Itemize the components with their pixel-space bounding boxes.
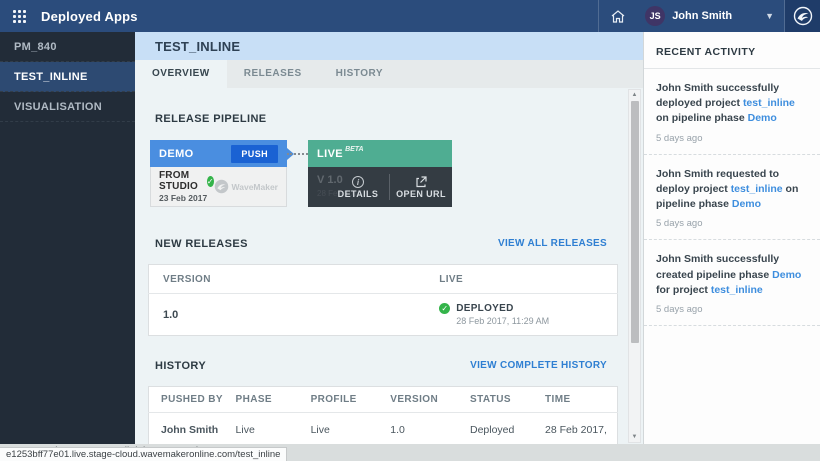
avatar: JS <box>645 6 665 26</box>
activity-time: 5 days ago <box>656 133 808 144</box>
history-pushed-by: John Smith <box>149 413 224 445</box>
col-live: LIVE <box>425 265 617 294</box>
activity-item: John Smith requested to deploy project t… <box>644 155 820 241</box>
tab-overview[interactable]: OVERVIEW <box>135 60 227 88</box>
page-titlebar: TEST_INLINE <box>135 32 643 60</box>
history-version: 1.0 <box>378 413 458 445</box>
release-status: DEPLOYED <box>456 303 549 314</box>
release-version: 1.0 <box>149 294 426 336</box>
history-heading: HISTORY <box>155 360 206 372</box>
activity-project-link[interactable]: test_inline <box>731 183 783 195</box>
activity-time: 5 days ago <box>656 218 808 229</box>
open-url-icon <box>415 176 427 188</box>
sidebar-item-visualisation[interactable]: VISUALISATION <box>0 92 135 122</box>
status-bar-url: e1253bff77e01.live.stage-cloud.wavemaker… <box>0 447 287 461</box>
activity-phase-link[interactable]: Demo <box>732 198 761 210</box>
wavemaker-gray-icon <box>214 179 229 194</box>
brand-logo-block[interactable] <box>785 0 820 32</box>
recent-activity-panel: RECENT ACTIVITY John Smith successfully … <box>643 32 820 444</box>
col-version: VERSION <box>378 387 458 413</box>
col-status: STATUS <box>458 387 533 413</box>
activity-project-link[interactable]: test_inline <box>743 97 795 109</box>
sidebar-item-test-inline[interactable]: TEST_INLINE <box>0 62 135 92</box>
view-all-releases-link[interactable]: VIEW ALL RELEASES <box>498 238 607 249</box>
col-version: VERSION <box>149 265 426 294</box>
activity-phase-link[interactable]: Demo <box>772 269 801 281</box>
open-url-button[interactable]: OPEN URL <box>390 176 452 199</box>
demo-card-header: DEMO PUSH <box>150 140 287 167</box>
beta-badge: BETA <box>345 146 364 153</box>
activity-item: John Smith successfully deployed project… <box>644 69 820 155</box>
demo-date: 23 Feb 2017 <box>159 193 214 203</box>
apps-grid-icon[interactable] <box>13 10 26 23</box>
wavemaker-logo-text: WaveMaker <box>232 182 278 192</box>
live-card-body: V 1.0 28 Feb 2017 i DETAILS <box>308 167 452 207</box>
deployed-check-icon: ✓ <box>439 303 450 314</box>
vertical-scrollbar[interactable]: ▲ ▼ <box>628 89 641 443</box>
user-name: John Smith <box>672 10 732 22</box>
col-phase: PHASE <box>224 387 299 413</box>
from-studio-label: FROM STUDIO <box>159 170 203 192</box>
live-card-overlay: i DETAILS OPEN URL <box>308 167 452 207</box>
release-pipeline-heading: RELEASE PIPELINE <box>155 113 267 125</box>
wavemaker-watermark: WaveMaker <box>214 179 278 194</box>
recent-activity-heading: RECENT ACTIVITY <box>644 32 820 69</box>
activity-phase-link[interactable]: Demo <box>748 112 777 124</box>
pipeline-demo-card: DEMO PUSH FROM STUDIO ✓ 23 Feb 2017 <box>150 140 287 207</box>
pipeline-live-card: LIVE BETA V 1.0 28 Feb 2017 i DETAILS <box>308 140 452 207</box>
activity-text: on pipeline phase <box>656 112 748 124</box>
top-navbar: Deployed Apps JS John Smith ▼ <box>0 0 820 32</box>
scrollbar-thumb[interactable] <box>631 101 639 343</box>
home-icon <box>610 9 626 24</box>
wavemaker-logo-icon <box>793 6 813 26</box>
activity-item: John Smith successfully created pipeline… <box>644 240 820 326</box>
sidebar-item-pm-840[interactable]: PM_840 <box>0 32 135 62</box>
activity-time: 5 days ago <box>656 304 808 315</box>
app-title: Deployed Apps <box>41 9 138 24</box>
view-complete-history-link[interactable]: VIEW COMPLETE HISTORY <box>470 360 607 371</box>
new-releases-heading: NEW RELEASES <box>155 238 248 250</box>
release-row: 1.0 ✓ DEPLOYED 28 Feb 2017, 11:29 AM <box>149 294 618 336</box>
history-phase: Live <box>224 413 299 445</box>
tab-releases[interactable]: RELEASES <box>227 60 319 88</box>
status-url-text: e1253bff77e01.live.stage-cloud.wavemaker… <box>6 449 280 460</box>
history-time: 28 Feb 2017, <box>533 413 617 445</box>
topbar-right-group: JS John Smith ▼ <box>598 0 820 32</box>
main-panel: TEST_INLINE OVERVIEW RELEASES HISTORY RE… <box>135 32 643 444</box>
activity-text: for project <box>656 284 711 296</box>
chevron-down-icon: ▼ <box>765 11 774 21</box>
new-releases-table: VERSION LIVE 1.0 ✓ DEPLOYED 28 Feb 2017,… <box>148 264 618 336</box>
scroll-down-arrow[interactable]: ▼ <box>632 432 638 442</box>
col-pushed-by: PUSHED BY <box>149 387 224 413</box>
release-time: 28 Feb 2017, 11:29 AM <box>456 316 549 326</box>
overview-content: RELEASE PIPELINE DEMO PUSH FROM STUDIO ✓… <box>135 88 643 444</box>
check-circle-icon: ✓ <box>207 176 214 187</box>
live-phase-label: LIVE <box>317 148 343 160</box>
demo-card-body: FROM STUDIO ✓ 23 Feb 2017 WaveMaker <box>150 167 287 207</box>
scroll-up-arrow[interactable]: ▲ <box>632 90 638 100</box>
history-table: PUSHED BY PHASE PROFILE VERSION STATUS T… <box>148 386 618 444</box>
page-title: TEST_INLINE <box>155 39 240 54</box>
tab-history[interactable]: HISTORY <box>319 60 400 88</box>
col-profile: PROFILE <box>299 387 379 413</box>
deployed-apps-page: Deployed Apps JS John Smith ▼ <box>0 0 820 461</box>
activity-text: John Smith successfully created pipeline… <box>656 253 779 280</box>
history-profile-link[interactable]: Live <box>299 413 379 445</box>
pipeline-connector-line <box>287 153 308 155</box>
history-status: Deployed <box>458 413 533 445</box>
tabbar: OVERVIEW RELEASES HISTORY <box>135 60 643 88</box>
col-time: TIME <box>533 387 617 413</box>
info-icon: i <box>352 176 364 188</box>
activity-project-link[interactable]: test_inline <box>711 284 763 296</box>
details-button[interactable]: i DETAILS <box>327 176 389 199</box>
push-button[interactable]: PUSH <box>231 145 278 163</box>
home-button[interactable] <box>599 0 637 32</box>
demo-phase-label: DEMO <box>159 148 194 160</box>
projects-sidebar: PM_840 TEST_INLINE VISUALISATION <box>0 32 135 444</box>
history-row: John Smith Live Live 1.0 Deployed 28 Feb… <box>149 413 618 445</box>
live-card-header: LIVE BETA <box>308 140 452 167</box>
user-menu[interactable]: JS John Smith ▼ <box>637 0 784 32</box>
